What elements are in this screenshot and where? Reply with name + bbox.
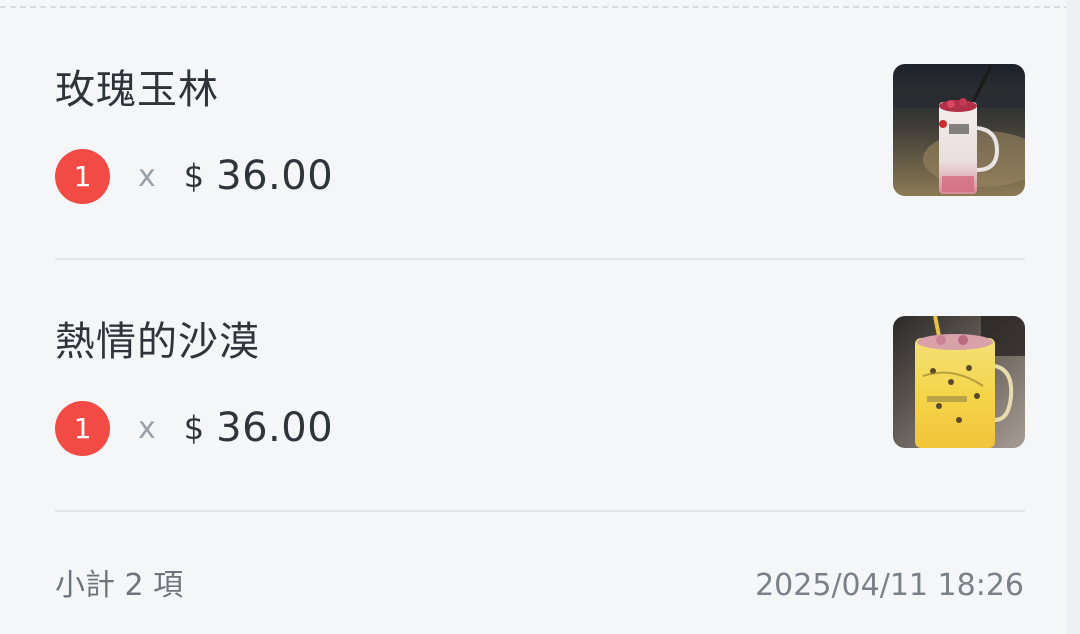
currency-symbol: $ xyxy=(183,409,205,447)
quantity-price-row: 1 x $ 36.00 xyxy=(55,400,333,456)
multiply-sign: x xyxy=(138,158,156,194)
item-name: 玫瑰玉林 xyxy=(55,67,219,113)
quantity-badge: 1 xyxy=(55,148,110,204)
item-divider xyxy=(55,510,1025,512)
dashed-top-border xyxy=(0,6,1080,8)
item-divider xyxy=(55,258,1025,260)
item-name: 熱情的沙漠 xyxy=(55,319,260,365)
scroll-edge xyxy=(1066,0,1080,634)
subtotal-count: 小計 2 項 xyxy=(55,568,184,603)
rose-drink-image xyxy=(893,64,1025,196)
order-item[interactable]: 熱情的沙漠 1 x $ 36.00 xyxy=(55,308,1025,508)
quantity-price-row: 1 x $ 36.00 xyxy=(55,148,333,204)
item-price: 36.00 xyxy=(216,153,334,199)
order-item[interactable]: 玫瑰玉林 1 x $ 36.00 xyxy=(55,56,1025,256)
passionfruit-drink-image xyxy=(893,316,1025,448)
item-thumbnail[interactable] xyxy=(893,316,1025,448)
multiply-sign: x xyxy=(138,410,156,446)
currency-symbol: $ xyxy=(183,157,205,195)
item-price: 36.00 xyxy=(216,405,334,451)
item-thumbnail[interactable] xyxy=(893,64,1025,196)
quantity-badge: 1 xyxy=(55,400,110,456)
order-timestamp: 2025/04/11 18:26 xyxy=(755,568,1024,603)
